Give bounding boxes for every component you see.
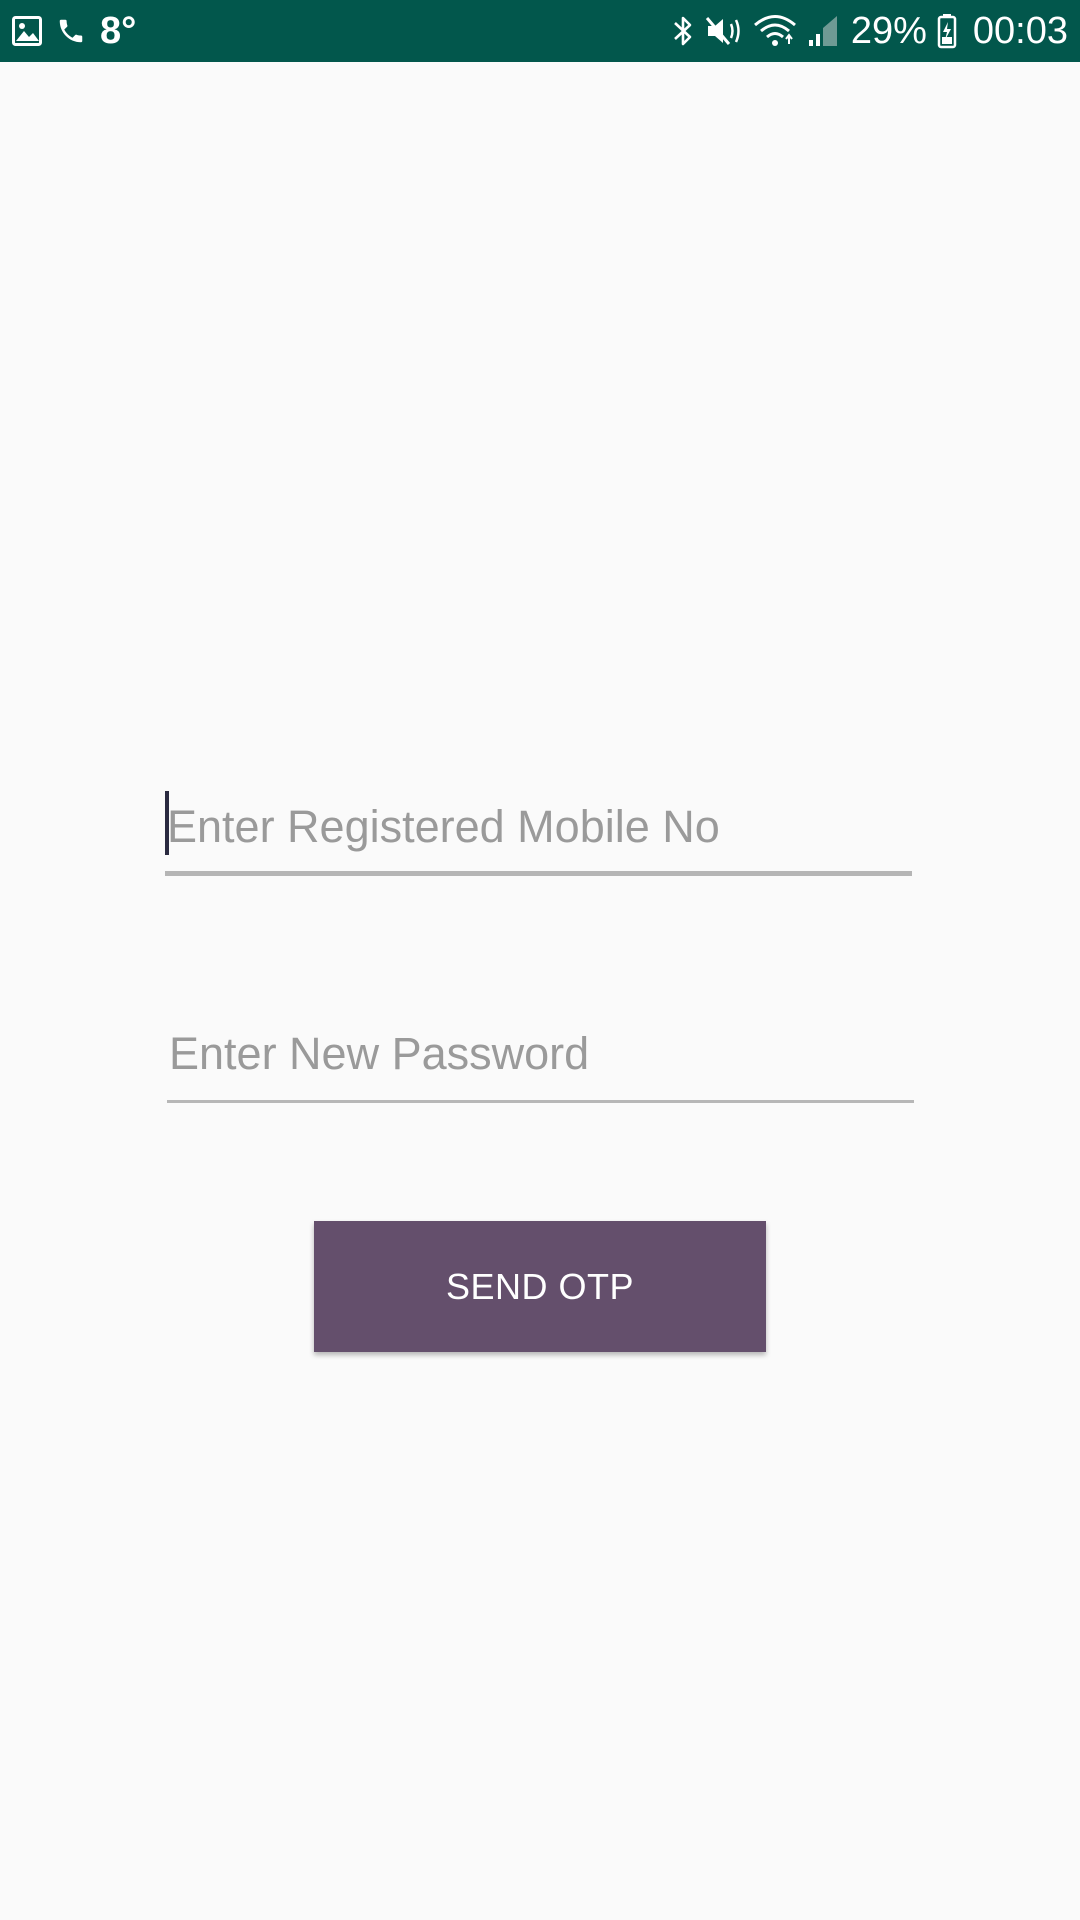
send-otp-button[interactable]: SEND OTP xyxy=(314,1221,766,1352)
new-password-field-container xyxy=(167,1013,914,1103)
mobile-number-input[interactable] xyxy=(165,786,912,868)
mobile-number-underline xyxy=(165,871,912,876)
new-password-input[interactable] xyxy=(167,1013,914,1095)
mobile-number-field-container xyxy=(165,786,912,876)
text-cursor xyxy=(165,791,169,855)
reset-password-form: SEND OTP xyxy=(0,0,1080,1920)
new-password-underline xyxy=(167,1100,914,1103)
